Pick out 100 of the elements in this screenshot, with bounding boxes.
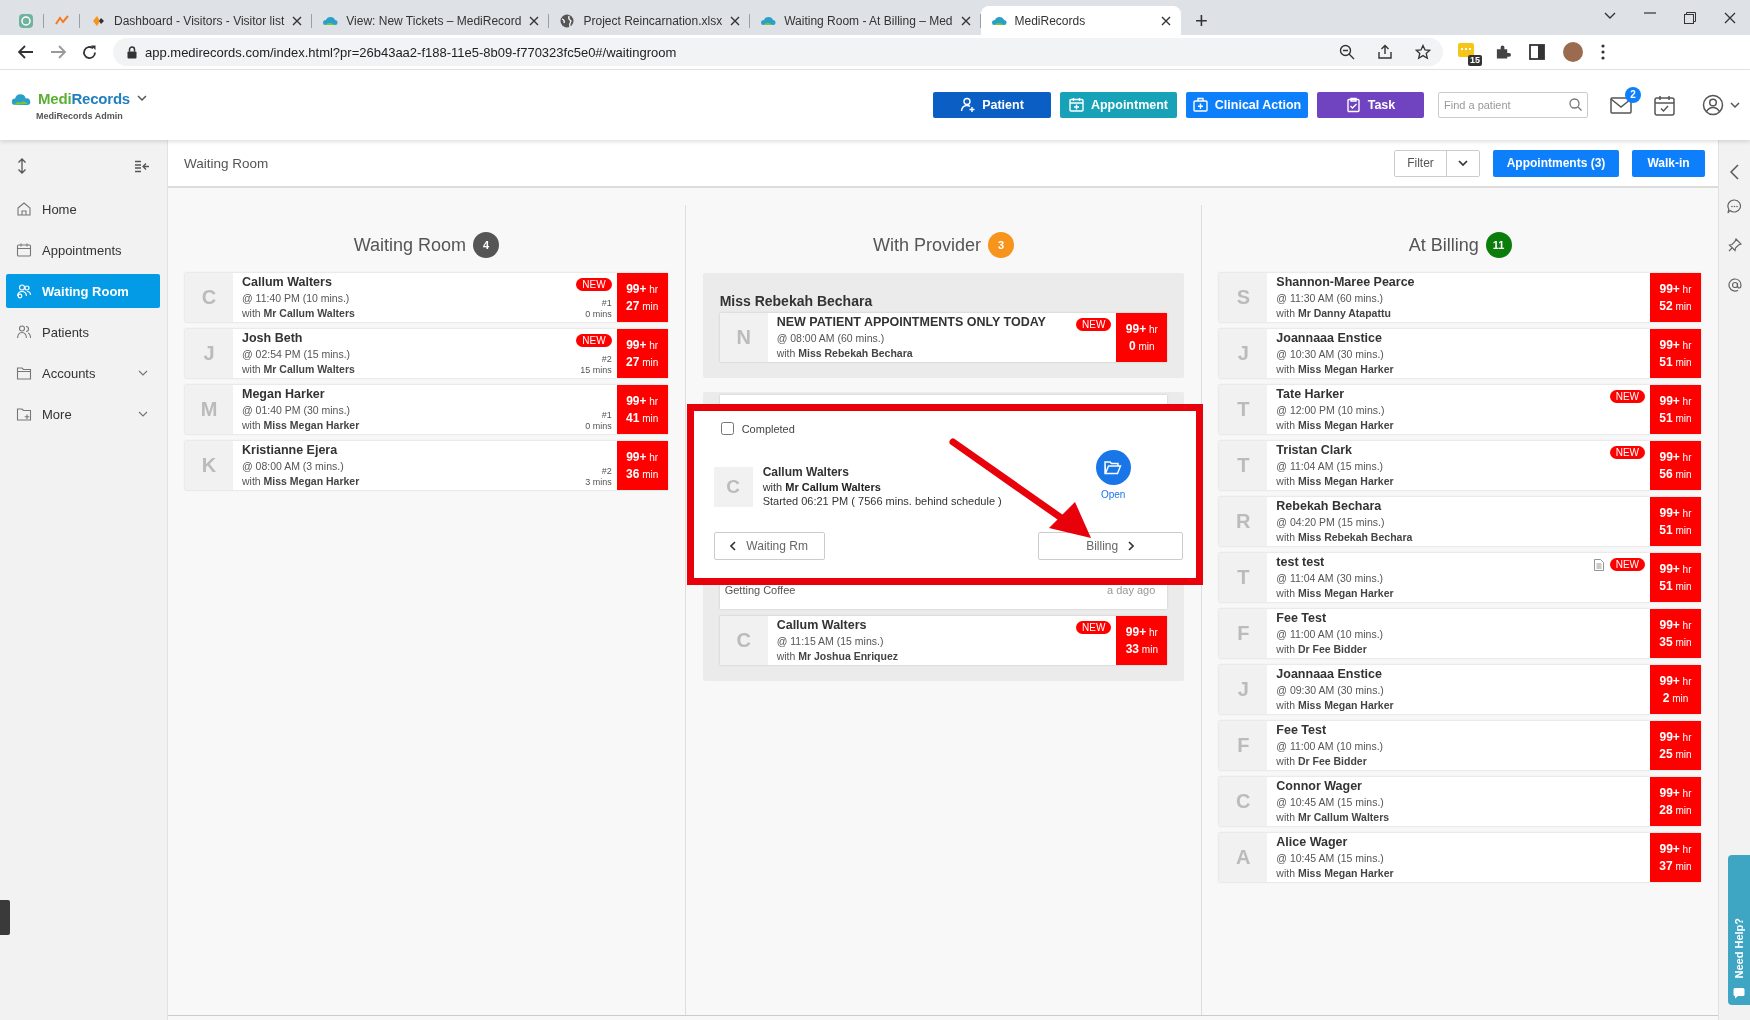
checkbox[interactable] <box>720 422 734 435</box>
close-icon[interactable] <box>730 15 741 26</box>
minimize-icon[interactable] <box>1644 11 1656 14</box>
new-badge: NEW <box>1609 390 1645 403</box>
count-badge: 11 <box>1485 232 1512 258</box>
wait-time: 0 mins <box>585 309 612 320</box>
header-button[interactable]: Walk-in <box>1632 149 1705 177</box>
new-badge: NEW <box>1609 558 1645 571</box>
share-icon[interactable] <box>1377 44 1393 60</box>
chevron-right-icon <box>1128 541 1135 551</box>
browser-tab[interactable]: Project Reincarnation.xlsx <box>549 6 751 35</box>
action-button[interactable]: Task <box>1317 92 1424 118</box>
provider-text: with Mr Callum Walters <box>762 480 881 494</box>
browser-tab[interactable]: Dashboard - Visitors - Visitor list <box>80 6 313 35</box>
checkbox-label: Completed <box>741 422 795 435</box>
new-tab-button[interactable]: + <box>1186 6 1217 35</box>
sidebar-item[interactable]: Appointments <box>6 233 160 267</box>
patient-name: Kristianne Ejera <box>242 442 338 459</box>
close-icon[interactable] <box>292 15 303 26</box>
tab-favicon-icon <box>559 12 576 29</box>
calendar-check-icon[interactable] <box>1654 94 1675 116</box>
pin-icon[interactable] <box>1727 238 1742 252</box>
elapsed-timer: 99+ hr 37 min <box>1650 833 1701 882</box>
chevron-down-icon[interactable] <box>1604 11 1616 20</box>
count-badge: 4 <box>473 232 499 258</box>
appointment-time: @ 01:40 PM (30 mins.) <box>242 403 351 418</box>
caret-icon[interactable] <box>1730 101 1740 109</box>
close-icon[interactable] <box>1160 15 1171 26</box>
star-icon[interactable] <box>1415 44 1431 60</box>
sidebar-item[interactable]: More <box>6 397 160 431</box>
more-menu-icon[interactable] <box>1601 44 1605 60</box>
filter-button[interactable]: Filter <box>1395 150 1447 176</box>
calendar-extension-icon[interactable] <box>1457 41 1475 59</box>
provider-text: with Miss Megan Harker <box>242 474 360 488</box>
appointment-time: @ 11:15 AM (15 mins.) <box>776 634 884 649</box>
chat-icon[interactable] <box>1727 199 1742 214</box>
sort-arrows-icon[interactable] <box>17 158 27 174</box>
provider-text: with Miss Rebekah Bechara <box>776 346 913 360</box>
close-icon[interactable] <box>1724 11 1736 24</box>
appointment-time: @ 08:00 AM (3 mins.) <box>242 459 344 474</box>
folder-add-icon <box>16 406 32 422</box>
mail-icon[interactable] <box>1610 96 1632 114</box>
profile-avatar[interactable] <box>1563 42 1583 62</box>
action-button[interactable]: Clinical Action <box>1186 92 1308 118</box>
new-badge: NEW <box>1076 621 1112 634</box>
provider-text: with Mr Danny Atapattu <box>1276 306 1391 320</box>
sidebar-item[interactable]: Home <box>6 192 160 226</box>
wait-time: 0 mins <box>585 421 612 432</box>
chevron-down-icon <box>1458 160 1468 166</box>
forward-arrow-icon[interactable] <box>50 45 66 59</box>
search-field[interactable]: Find a patient <box>1438 92 1588 118</box>
action-button[interactable]: Patient <box>933 92 1051 118</box>
provider-text: with Mr Callum Walters <box>1276 810 1390 824</box>
chevron-left-icon <box>730 541 737 551</box>
elapsed-timer: 99+ hr 2 min <box>1650 665 1701 714</box>
close-icon[interactable] <box>529 15 540 26</box>
elapsed-timer: 99+ hr 27 min <box>616 329 668 378</box>
open-label[interactable]: Open <box>1100 489 1126 500</box>
elapsed-timer: 99+ hr 25 min <box>1650 721 1701 770</box>
sidebar-item[interactable]: Patients <box>6 315 160 349</box>
browser-tab[interactable]: MediRecords <box>980 6 1181 35</box>
zoom-out-icon[interactable] <box>1339 44 1355 60</box>
search-icon[interactable] <box>1569 98 1582 111</box>
billing-button[interactable]: Billing <box>1037 532 1183 560</box>
caret-icon[interactable] <box>137 94 147 102</box>
patient-name: Callum Walters <box>762 464 849 480</box>
patient-name: Shannon-Maree Pearce <box>1276 274 1415 291</box>
address-bar[interactable]: app.medirecords.com/index.html?pr=26b43aa2-f188-11e5-8b09-f770323fc5e0#/waitingroom <box>113 38 1443 66</box>
patient-name: Rebekah Bechara <box>1276 498 1382 515</box>
new-badge: NEW <box>1609 446 1645 459</box>
reload-icon[interactable] <box>82 44 97 60</box>
new-badge: NEW <box>576 334 612 347</box>
count-badge: 3 <box>988 232 1014 258</box>
folder-icon <box>1104 460 1123 475</box>
provider-text: with Miss Megan Harker <box>1276 698 1394 712</box>
header-button[interactable]: Appointments (3) <box>1493 149 1619 177</box>
open-button[interactable] <box>1095 450 1131 485</box>
elapsed-timer: 99+ hr 51 min <box>1650 553 1701 602</box>
sidebar-item[interactable]: Accounts <box>6 356 160 390</box>
chevron-left-icon[interactable] <box>1730 164 1739 180</box>
at-sign-icon[interactable] <box>1727 278 1742 292</box>
user-account-icon[interactable] <box>1702 94 1724 116</box>
side-handle[interactable] <box>0 900 10 935</box>
patient-name: Fee Test <box>1276 722 1327 739</box>
collapse-menu-icon[interactable] <box>134 159 150 173</box>
queue-number: #2 <box>601 466 612 477</box>
note-text: Getting Coffee <box>724 584 796 596</box>
appointment-time: @ 09:30 AM (30 mins.) <box>1276 683 1384 698</box>
folder-icon <box>16 365 32 381</box>
restore-icon[interactable] <box>1684 11 1696 24</box>
browser-tab[interactable]: View: New Tickets – MediRecord <box>312 6 550 35</box>
waiting-room-button[interactable]: Waiting Rm <box>713 532 825 560</box>
puzzle-icon[interactable] <box>1495 44 1511 60</box>
browser-tab[interactable]: Waiting Room - At Billing – Med <box>750 6 981 35</box>
wait-time: 3 mins <box>585 477 612 488</box>
provider-text: with Mr Joshua Enriquez <box>776 649 898 663</box>
close-icon[interactable] <box>960 15 971 26</box>
side-panel-icon[interactable] <box>1529 44 1545 60</box>
back-arrow-icon[interactable] <box>18 45 34 59</box>
app-logo-text[interactable]: MediRecords <box>38 89 130 107</box>
